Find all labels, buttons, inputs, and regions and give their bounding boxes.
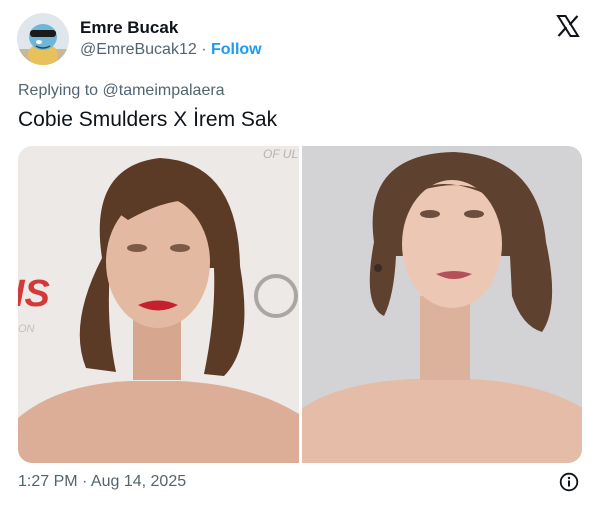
svg-text:IS: IS [18, 273, 50, 315]
author-handle[interactable]: @EmreBucak12 [80, 41, 197, 58]
info-icon[interactable] [559, 472, 579, 492]
reply-prefix: Replying to [18, 82, 99, 99]
author-name[interactable]: Emre Bucak [80, 18, 178, 38]
photo-left[interactable]: OF ULTR IS ON [18, 146, 299, 463]
photo-right[interactable] [301, 146, 582, 463]
cartoon-turtle-avatar-icon [17, 13, 69, 65]
handle-separator: · [201, 41, 207, 58]
x-logo-icon[interactable] [556, 14, 580, 38]
portrait-photo-right-icon [301, 146, 582, 463]
svg-text:OF ULTR: OF ULTR [263, 147, 299, 161]
portrait-photo-left-icon: OF ULTR IS ON [18, 146, 299, 463]
reply-context: Replying to @tameimpalaera [18, 82, 225, 100]
svg-text:ON: ON [18, 323, 35, 335]
tweet-text: Cobie Smulders X İrem Sak [18, 108, 278, 131]
author-handle-line: @EmreBucak12 · Follow [80, 41, 262, 59]
media-grid: OF ULTR IS ON [18, 146, 582, 463]
avatar[interactable] [17, 13, 69, 65]
follow-button[interactable]: Follow [211, 41, 262, 58]
tweet-timestamp[interactable]: 1:27 PM · Aug 14, 2025 [18, 473, 186, 491]
reply-mention[interactable]: @tameimpalaera [103, 82, 225, 99]
